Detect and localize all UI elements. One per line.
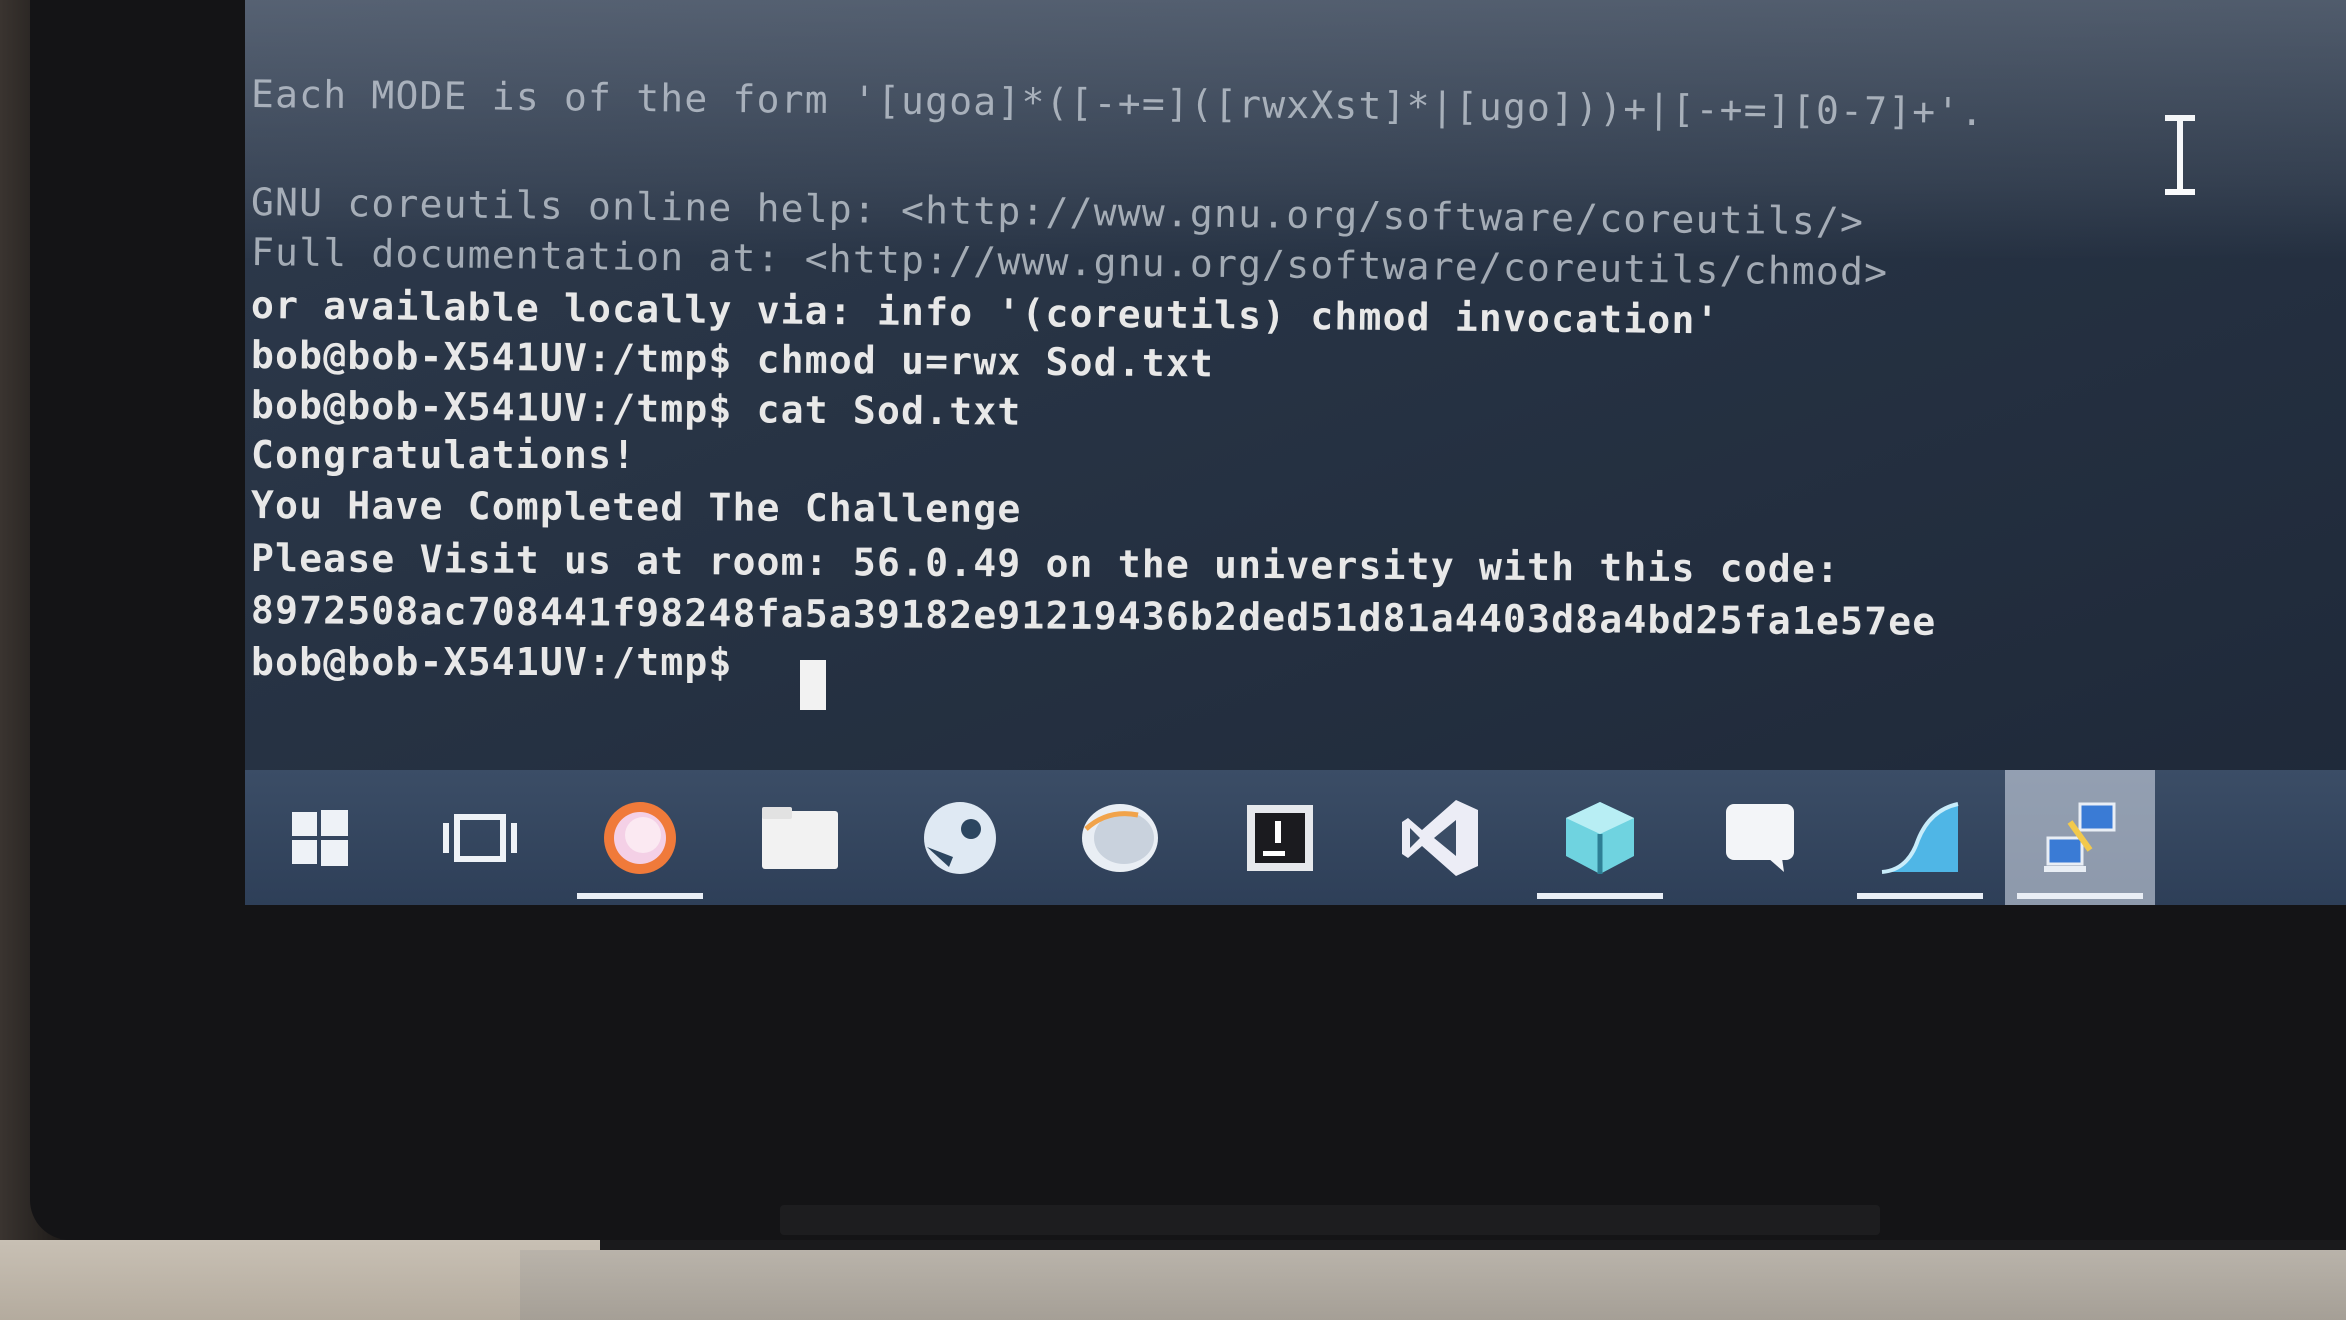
taskbar-intellij[interactable]: [1205, 770, 1355, 905]
taskbar: [245, 770, 2346, 905]
laptop-hinge: [780, 1205, 1880, 1235]
windows-start-icon: [292, 809, 348, 866]
terminal-line-completed: You Have Completed The Challenge: [250, 483, 1022, 532]
virtualbox-icon: [1566, 801, 1634, 874]
terminal-line-mode-help: Each MODE is of the form '[ugoa]*([-+=](…: [250, 72, 1985, 135]
wireshark-icon: [1881, 801, 1959, 874]
file-explorer-icon: [762, 806, 838, 869]
taskbar-visual-studio[interactable]: [1365, 770, 1515, 905]
open-indicator: [1857, 893, 1983, 899]
terminal-line-congratulations: Congratulations!: [251, 433, 637, 477]
open-indicator: [2017, 893, 2143, 899]
steam-icon: [924, 801, 996, 874]
taskbar-browser[interactable]: [1045, 770, 1195, 905]
taskbar-firefox[interactable]: [565, 770, 715, 905]
firefox-icon: [604, 801, 676, 874]
browser-icon: [1082, 803, 1158, 872]
taskbar-steam[interactable]: [885, 770, 1035, 905]
terminal-line-chmod-command: bob@bob-X541UV:/tmp$ chmod u=rwx Sod.txt: [250, 333, 1215, 386]
open-indicator: [1537, 893, 1663, 899]
remote-desktop-icon: [2044, 802, 2116, 872]
terminal-line-visit-room: Please Visit us at room: 56.0.49 on the …: [250, 536, 1841, 592]
desk-surface: [0, 1240, 600, 1320]
taskbar-task-view[interactable]: [405, 770, 555, 905]
photo-of-laptop-screen: Each MODE is of the form '[ugoa]*([-+=](…: [0, 0, 2346, 1320]
terminal-line-cat-command: bob@bob-X541UV:/tmp$ cat Sod.txt: [250, 383, 1022, 434]
laptop-screen: Each MODE is of the form '[ugoa]*([-+=](…: [245, 0, 2346, 905]
taskbar-virtualbox[interactable]: [1525, 770, 1675, 905]
taskbar-wireshark[interactable]: [1845, 770, 1995, 905]
taskbar-start[interactable]: [245, 770, 395, 905]
taskbar-chat[interactable]: [1685, 770, 1835, 905]
chat-icon: [1726, 803, 1794, 872]
taskbar-remote-desktop[interactable]: [2005, 770, 2155, 905]
ibeam-cursor-icon: [2165, 115, 2195, 195]
intellij-icon: [1247, 804, 1313, 871]
open-indicator: [577, 893, 703, 899]
terminal-line-info-locally: or available locally via: info '(coreuti…: [250, 283, 1720, 343]
terminal-prompt: bob@bob-X541UV:/tmp$: [251, 640, 757, 684]
task-view-icon: [443, 813, 517, 862]
text-cursor: [800, 660, 826, 710]
visual-studio-icon: [1402, 799, 1478, 876]
terminal-line-code: 8972508ac708441f98248fa5a39182e91219436b…: [250, 588, 1937, 644]
laptop-palmrest: [520, 1250, 2346, 1320]
terminal-window[interactable]: Each MODE is of the form '[ugoa]*([-+=](…: [245, 0, 2346, 770]
taskbar-file-explorer[interactable]: [725, 770, 875, 905]
